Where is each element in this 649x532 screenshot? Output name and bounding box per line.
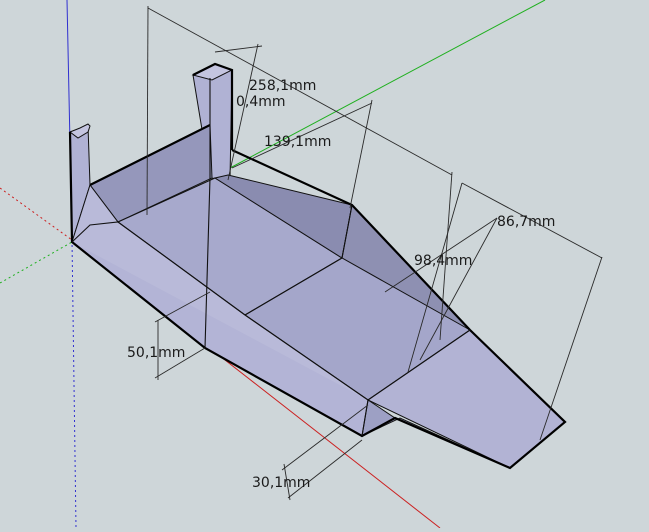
model-viewport[interactable]: 258,1mm 0,4mm 139,1mm 86,7mm 98,4mm 50,1… bbox=[0, 0, 649, 529]
dim-label-2: 0,4mm bbox=[236, 94, 286, 110]
dim-label-5: 98,4mm bbox=[414, 253, 472, 269]
dim-label-1: 258,1mm bbox=[249, 78, 316, 94]
boat-model[interactable] bbox=[68, 63, 566, 469]
blue-axis-hidden bbox=[71, 239, 77, 529]
dim-label-7: 30,1mm bbox=[252, 475, 310, 491]
dim4-ext-b bbox=[539, 256, 603, 441]
red-axis-hidden bbox=[0, 187, 73, 241]
dim3-ext-a bbox=[349, 99, 373, 209]
dim-label-4: 86,7mm bbox=[497, 214, 555, 230]
model-canvas[interactable]: 258,1mm 0,4mm 139,1mm 86,7mm 98,4mm 50,1… bbox=[0, 0, 649, 529]
dim-label-3: 139,1mm bbox=[264, 134, 331, 150]
dim-label-6: 50,1mm bbox=[127, 345, 185, 361]
green-axis-hidden bbox=[0, 241, 73, 284]
